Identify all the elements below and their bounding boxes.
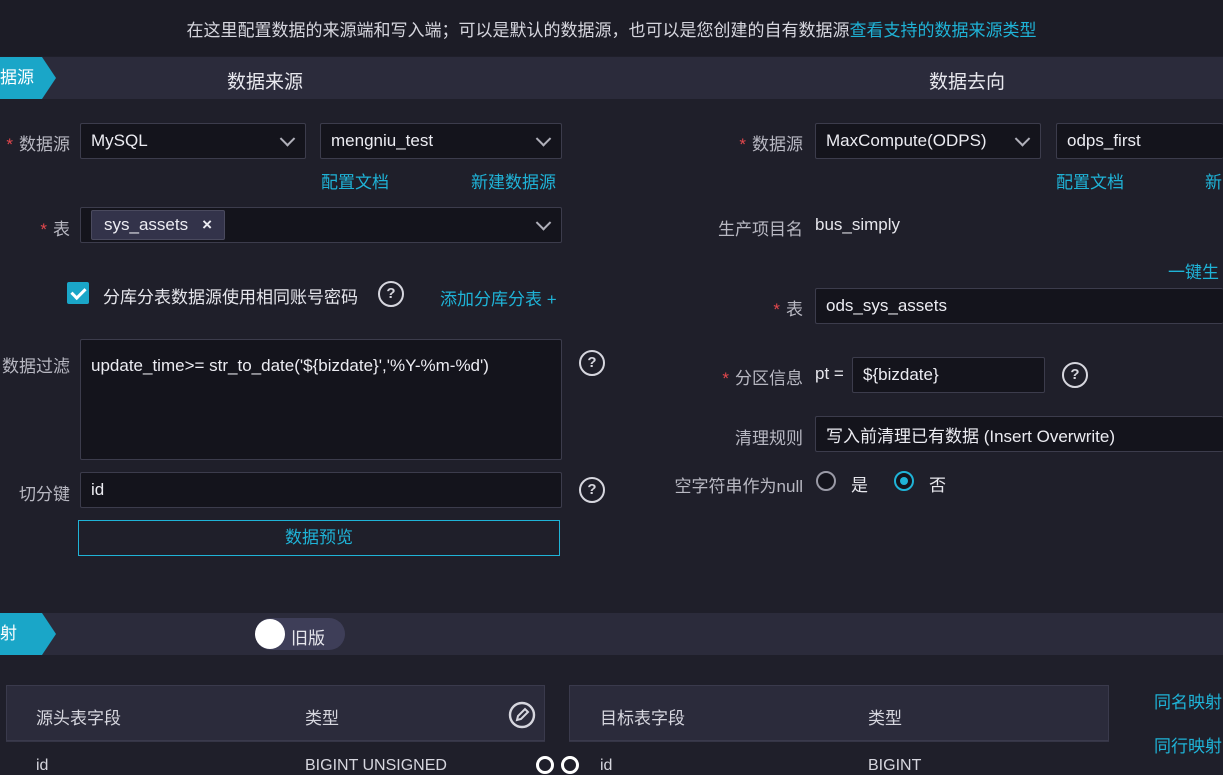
target-datasource-type-select[interactable]: MaxCompute(ODPS) xyxy=(815,123,1041,159)
chevron-down-icon xyxy=(1014,131,1031,147)
filter-textarea[interactable]: update_time>= str_to_date('${bizdate}','… xyxy=(80,339,562,460)
split-key-label: 切分键 xyxy=(19,485,70,504)
target-table-label: * 表 xyxy=(773,300,803,319)
chevron-down-icon xyxy=(279,131,296,147)
partition-value: ${bizdate} xyxy=(863,365,939,384)
table-chip: sys_assets × xyxy=(91,210,226,240)
source-new-datasource-link[interactable]: 新建数据源 xyxy=(471,168,556,193)
source-row-field: id xyxy=(36,757,49,774)
source-table-label: * 表 xyxy=(40,220,70,239)
same-name-mapping-link[interactable]: 同名映射 xyxy=(1154,688,1222,713)
toggle-label: 旧版 xyxy=(291,629,325,648)
target-field-header: 目标表字段 xyxy=(600,709,685,728)
row-divider xyxy=(569,741,1109,742)
mapping-section-header xyxy=(0,613,1223,655)
target-datasource-type-value: MaxCompute(ODPS) xyxy=(826,131,987,150)
source-datasource-type-value: MySQL xyxy=(91,131,148,150)
close-icon[interactable]: × xyxy=(202,215,212,235)
null-no-radio[interactable] xyxy=(894,471,914,491)
help-icon[interactable]: ? xyxy=(378,281,404,307)
mapping-tag-text: 射 xyxy=(0,624,17,643)
source-datasource-name-value: mengniu_test xyxy=(331,131,434,150)
source-datasource-label: * 数据源 xyxy=(6,135,70,154)
same-row-mapping-link[interactable]: 同行映射 xyxy=(1154,732,1222,757)
source-table-select[interactable]: sys_assets × xyxy=(80,207,562,243)
banner-text: 在这里配置数据的来源端和写入端；可以是默认的数据源，也可以是您创建的自有数据源查… xyxy=(0,16,1223,41)
help-icon[interactable]: ? xyxy=(579,350,605,376)
null-string-label: 空字符串作为null xyxy=(674,477,803,496)
same-account-checkbox[interactable] xyxy=(67,282,89,304)
table-chip-label: sys_assets xyxy=(104,215,189,234)
chevron-down-icon xyxy=(535,215,552,231)
chevron-down-icon xyxy=(535,131,552,147)
help-icon[interactable]: ? xyxy=(1062,362,1088,388)
row-divider xyxy=(6,741,545,742)
null-no-label: 否 xyxy=(929,476,946,495)
target-table-label-text: 表 xyxy=(786,300,803,319)
clean-rule-select[interactable]: 写入前清理已有数据 (Insert Overwrite) xyxy=(815,416,1223,452)
target-row-type: BIGINT xyxy=(868,757,922,774)
source-field-header: 源头表字段 xyxy=(36,709,121,728)
source-type-header: 类型 xyxy=(305,709,339,728)
datasource-section-header xyxy=(0,57,1223,99)
source-table-label-text: 表 xyxy=(53,220,70,239)
section-tag-text: 据源 xyxy=(0,68,34,87)
target-datasource-label: * 数据源 xyxy=(739,135,803,154)
target-new-datasource-link[interactable]: 新 xyxy=(1205,168,1222,193)
partition-prefix: pt = xyxy=(815,364,844,383)
source-datasource-type-select[interactable]: MySQL xyxy=(80,123,306,159)
clean-rule-label: 清理规则 xyxy=(735,429,803,448)
target-datasource-name-select[interactable]: odps_first xyxy=(1056,123,1223,159)
toggle-knob[interactable] xyxy=(255,619,285,649)
target-row-field: id xyxy=(600,757,613,774)
clean-rule-value: 写入前清理已有数据 (Insert Overwrite) xyxy=(826,426,1116,446)
null-yes-radio[interactable] xyxy=(816,471,836,491)
partition-label-text: 分区信息 xyxy=(735,369,803,388)
split-key-value: id xyxy=(91,480,105,499)
source-datasource-label-text: 数据源 xyxy=(19,135,70,154)
target-datasource-name-value: odps_first xyxy=(1067,131,1141,150)
target-config-doc-link[interactable]: 配置文档 xyxy=(1056,168,1124,193)
partition-label: * 分区信息 xyxy=(722,369,803,388)
filter-label: 数据过滤 xyxy=(2,357,70,376)
same-account-label: 分库分表数据源使用相同账号密码 xyxy=(103,288,358,307)
source-row-type: BIGINT UNSIGNED xyxy=(305,757,447,774)
partition-input[interactable]: ${bizdate} xyxy=(852,357,1045,393)
target-table-select[interactable]: ods_sys_assets xyxy=(815,288,1223,324)
target-section-title: 数据去向 xyxy=(929,72,1006,93)
datasource-section-tag: 据源 xyxy=(0,57,56,99)
target-table-value: ods_sys_assets xyxy=(826,296,947,315)
source-section-title: 数据来源 xyxy=(227,72,304,93)
supported-sources-link[interactable]: 查看支持的数据来源类型 xyxy=(850,21,1037,40)
target-datasource-label-text: 数据源 xyxy=(752,135,803,154)
source-config-doc-link[interactable]: 配置文档 xyxy=(321,168,389,193)
one-click-generate-link[interactable]: 一键生 xyxy=(1168,258,1219,283)
filter-value: update_time>= str_to_date('${bizdate}','… xyxy=(91,356,489,375)
project-value: bus_simply xyxy=(815,215,901,234)
target-type-header: 类型 xyxy=(868,709,902,728)
edit-icon[interactable] xyxy=(508,701,536,734)
null-yes-label: 是 xyxy=(851,476,868,495)
preview-button[interactable]: 数据预览 xyxy=(78,520,560,556)
source-datasource-name-select[interactable]: mengniu_test xyxy=(320,123,562,159)
add-shard-link[interactable]: 添加分库分表 + xyxy=(440,285,557,310)
help-icon[interactable]: ? xyxy=(579,477,605,503)
source-connector-point[interactable] xyxy=(536,756,554,774)
mapping-section-tag: 射 xyxy=(0,613,56,655)
split-key-input[interactable]: id xyxy=(80,472,562,508)
project-label: 生产项目名 xyxy=(718,220,803,239)
banner-description: 在这里配置数据的来源端和写入端；可以是默认的数据源，也可以是您创建的自有数据源 xyxy=(186,21,850,40)
target-connector-point[interactable] xyxy=(561,756,579,774)
